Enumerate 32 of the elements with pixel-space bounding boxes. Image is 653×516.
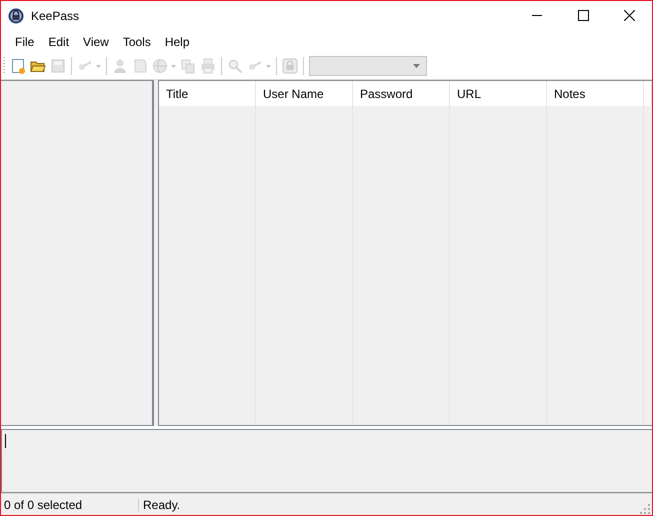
entry-list[interactable]: Title User Name Password URL Notes [158,80,652,426]
column-header[interactable]: URL [450,81,547,106]
entry-details-field[interactable] [1,429,652,493]
person-icon [112,58,128,74]
column-header[interactable]: User Name [256,81,353,106]
page-icon [132,58,148,74]
window-title: KeePass [31,8,80,22]
resize-grip-icon[interactable] [640,504,650,514]
caret-icon [413,64,420,68]
lock-icon [282,58,298,74]
status-text: Ready. [142,498,182,512]
column-header[interactable]: Title [159,81,256,106]
caret-icon [266,64,271,68]
copy-icon [180,58,196,74]
menu-item[interactable]: Tools [116,34,158,48]
menu-item[interactable]: Help [158,34,197,48]
globe-icon [152,58,168,74]
search-icon [227,58,243,74]
column-header[interactable]: Password [353,81,450,106]
new-file-icon [10,58,26,74]
maximize-button[interactable] [578,10,588,21]
text-cursor [5,434,6,448]
close-button[interactable] [624,10,634,21]
lock-icon [8,8,24,24]
menu-item[interactable]: Edit [41,34,76,48]
column-header[interactable]: Notes [547,81,644,106]
menu-item[interactable]: View [76,34,116,48]
status-text: 0 of 0 selected [1,498,139,512]
caret-icon [96,64,101,68]
printer-icon [200,58,216,74]
caret-icon [171,64,176,68]
menu-item[interactable]: File [8,34,42,48]
